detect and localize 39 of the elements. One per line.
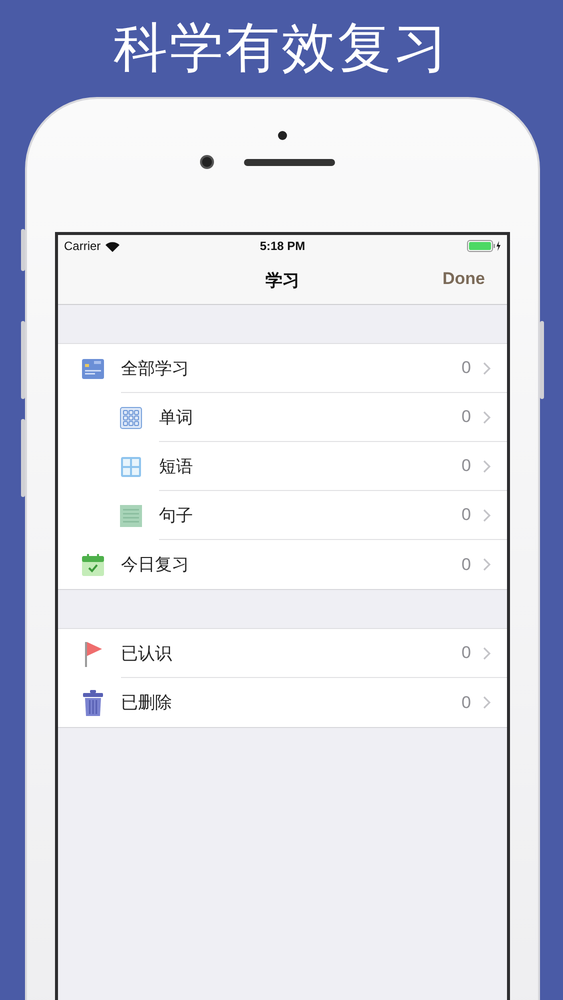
row-count: 0 xyxy=(462,407,471,427)
grid-icon xyxy=(120,406,142,428)
chevron-icon xyxy=(483,410,491,424)
chevron-icon xyxy=(483,558,491,571)
chevron-icon xyxy=(483,696,491,709)
sensor-dot xyxy=(278,131,287,140)
chevron-icon xyxy=(483,362,491,374)
battery-icon xyxy=(467,240,502,252)
row-label: 已删除 xyxy=(121,692,173,714)
row-count: 0 xyxy=(462,692,471,712)
headline: 科学有效复习 xyxy=(114,17,450,80)
nav-title: 学习 xyxy=(266,270,300,292)
card-icon xyxy=(82,358,104,380)
row-count: 0 xyxy=(462,358,471,378)
row-count: 0 xyxy=(462,456,471,476)
camera-lens xyxy=(200,155,214,169)
status-time: 5:18 PM xyxy=(260,239,306,253)
row-count: 0 xyxy=(462,505,471,525)
row-label: 今日复习 xyxy=(121,554,190,576)
list-row[interactable]: 今日复习 0 xyxy=(58,540,507,589)
carrier-label: Carrier xyxy=(64,239,101,253)
row-count: 0 xyxy=(462,643,471,663)
wifi-icon xyxy=(104,240,120,252)
row-label: 单词 xyxy=(159,406,194,428)
row-count: 0 xyxy=(462,554,471,574)
chevron-icon xyxy=(483,508,491,522)
row-label: 全部学习 xyxy=(121,358,190,380)
list-row[interactable]: 已删除 0 xyxy=(58,678,507,727)
calendar-icon xyxy=(82,554,104,576)
flag-icon xyxy=(83,640,103,666)
chevron-icon xyxy=(483,646,491,660)
lines-icon xyxy=(120,504,142,526)
trash-icon xyxy=(83,690,103,716)
row-label: 已认识 xyxy=(121,642,173,664)
chevron-icon xyxy=(483,460,491,472)
row-label: 句子 xyxy=(159,504,194,526)
done-button[interactable]: Done xyxy=(442,269,485,289)
window-icon xyxy=(120,456,142,478)
row-label: 短语 xyxy=(159,456,194,478)
